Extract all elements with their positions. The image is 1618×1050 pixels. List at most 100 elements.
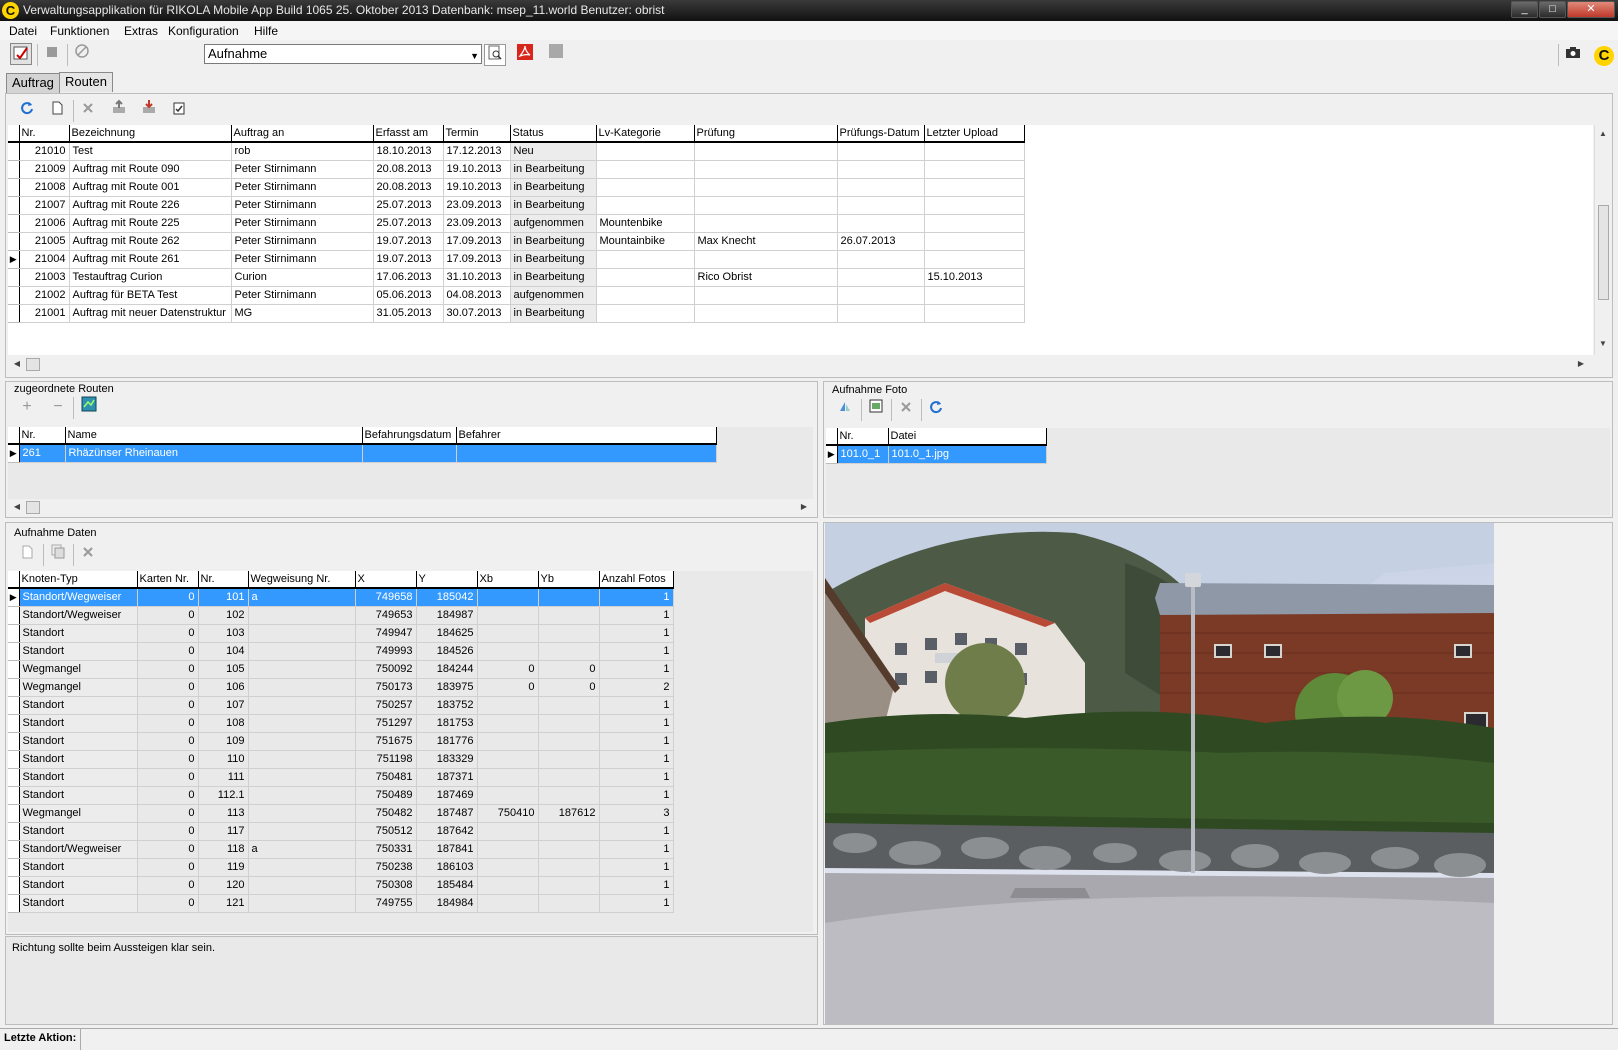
row-indicator[interactable]	[8, 642, 20, 661]
table-cell[interactable]: 3	[599, 804, 674, 823]
table-cell[interactable]: Auftrag mit Route 262	[69, 232, 232, 251]
table-cell[interactable]: 0	[137, 606, 199, 625]
maximize-button[interactable]: □	[1539, 1, 1566, 18]
table-cell[interactable]: MG	[231, 304, 374, 323]
table-cell[interactable]	[477, 714, 539, 733]
table-cell[interactable]: 119	[198, 858, 249, 877]
table-cell[interactable]	[924, 232, 1025, 251]
row-indicator[interactable]	[8, 160, 20, 179]
cancel-icon[interactable]	[71, 43, 93, 65]
table-cell[interactable]: 185484	[416, 876, 478, 895]
table-cell[interactable]: Peter Stirnimann	[231, 196, 374, 215]
table-cell[interactable]: Auftrag mit Route 090	[69, 160, 232, 179]
table-row[interactable]: Wegmangel 0 105 750092 184244 0 0 1	[8, 660, 674, 679]
table-cell[interactable]	[248, 858, 356, 877]
scroll-thumb[interactable]	[26, 358, 40, 371]
table-cell[interactable]: 106	[198, 678, 249, 697]
table-cell[interactable]: 101.0_1	[837, 445, 889, 464]
column-header[interactable]: Wegweisung Nr.	[248, 571, 356, 589]
table-cell[interactable]	[477, 696, 539, 715]
menu-extras[interactable]: Extras	[124, 24, 158, 38]
table-cell[interactable]: 181776	[416, 732, 478, 751]
table-row[interactable]: Standort 0 119 750238 186103 1	[8, 858, 674, 877]
table-row[interactable]: Standort 0 107 750257 183752 1	[8, 696, 674, 715]
table-cell[interactable]	[694, 286, 838, 305]
edit-mode-icon[interactable]	[10, 43, 32, 65]
row-indicator[interactable]	[8, 732, 20, 751]
table-cell[interactable]: 109	[198, 732, 249, 751]
table-cell[interactable]: Standort	[19, 696, 138, 715]
table-cell[interactable]: 25.07.2013	[373, 214, 444, 233]
table-row[interactable]: Standort/Wegweiser 0 102 749653 184987 1	[8, 606, 674, 625]
column-header[interactable]: Lv-Kategorie	[596, 125, 695, 143]
table-cell[interactable]: 21005	[19, 232, 70, 251]
table-cell[interactable]	[248, 624, 356, 643]
table-cell[interactable]: Wegmangel	[19, 660, 138, 679]
table-row[interactable]: 21001 Auftrag mit neuer Datenstruktur MG 31…	[8, 304, 1025, 323]
table-cell[interactable]: 749658	[355, 588, 417, 607]
table-cell[interactable]: 187841	[416, 840, 478, 859]
table-cell[interactable]: 750410	[477, 804, 539, 823]
table-cell[interactable]	[596, 196, 695, 215]
table-cell[interactable]: 111	[198, 768, 249, 787]
table-cell[interactable]	[538, 894, 600, 913]
table-cell[interactable]	[538, 624, 600, 643]
table-cell[interactable]: in Bearbeitung	[510, 178, 597, 197]
table-row[interactable]: 21010 Test rob 18.10.2013 17.12.2013 Neu	[8, 142, 1025, 161]
stop-icon[interactable]	[41, 43, 63, 65]
table-cell[interactable]: 21007	[19, 196, 70, 215]
table-cell[interactable]	[477, 606, 539, 625]
table-cell[interactable]: 19.07.2013	[373, 250, 444, 269]
table-cell[interactable]: 184526	[416, 642, 478, 661]
table-cell[interactable]: in Bearbeitung	[510, 196, 597, 215]
column-header[interactable]: Xb	[477, 571, 539, 589]
table-cell[interactable]	[596, 142, 695, 161]
table-cell[interactable]	[694, 250, 838, 269]
table-cell[interactable]: 103	[198, 624, 249, 643]
table-cell[interactable]: in Bearbeitung	[510, 160, 597, 179]
column-header[interactable]: Letzter Upload	[924, 125, 1025, 143]
table-cell[interactable]: 0	[137, 876, 199, 895]
table-cell[interactable]	[924, 286, 1025, 305]
table-cell[interactable]: 187612	[538, 804, 600, 823]
scroll-right-icon[interactable]: ▶	[797, 500, 811, 514]
table-cell[interactable]	[694, 304, 838, 323]
table-cell[interactable]: Mountainbike	[596, 232, 695, 251]
table-cell[interactable]: 05.06.2013	[373, 286, 444, 305]
table-cell[interactable]	[837, 304, 925, 323]
table-cell[interactable]: 1	[599, 876, 674, 895]
table-cell[interactable]	[538, 822, 600, 841]
table-cell[interactable]: 23.09.2013	[443, 196, 511, 215]
table-cell[interactable]: 0	[137, 804, 199, 823]
view-select[interactable]: Aufnahme ▼	[204, 44, 482, 64]
table-cell[interactable]: 187642	[416, 822, 478, 841]
table-cell[interactable]	[694, 160, 838, 179]
table-cell[interactable]: 751675	[355, 732, 417, 751]
table-cell[interactable]	[248, 714, 356, 733]
table-cell[interactable]: 751297	[355, 714, 417, 733]
table-cell[interactable]: 183752	[416, 696, 478, 715]
table-cell[interactable]	[477, 822, 539, 841]
row-indicator[interactable]	[8, 268, 20, 287]
table-cell[interactable]	[477, 786, 539, 805]
table-row[interactable]: Standort 0 117 750512 187642 1	[8, 822, 674, 841]
table-cell[interactable]: Standort	[19, 786, 138, 805]
table-cell[interactable]: 1	[599, 624, 674, 643]
table-cell[interactable]: 26.07.2013	[837, 232, 925, 251]
copy-icon[interactable]	[47, 543, 69, 565]
table-cell[interactable]: 750489	[355, 786, 417, 805]
table-cell[interactable]	[248, 876, 356, 895]
table-cell[interactable]: 750308	[355, 876, 417, 895]
table-cell[interactable]: 104	[198, 642, 249, 661]
table-row[interactable]: Standort 0 104 749993 184526 1	[8, 642, 674, 661]
table-cell[interactable]: in Bearbeitung	[510, 250, 597, 269]
tab-auftrag[interactable]: Auftrag	[6, 73, 60, 93]
table-row[interactable]: 21005 Auftrag mit Route 262 Peter Stirnima…	[8, 232, 1025, 251]
table-cell[interactable]	[837, 214, 925, 233]
table-cell[interactable]: 113	[198, 804, 249, 823]
row-indicator[interactable]	[8, 822, 20, 841]
table-cell[interactable]: rob	[231, 142, 374, 161]
column-header[interactable]: Auftrag an	[231, 125, 374, 143]
table-cell[interactable]: 31.10.2013	[443, 268, 511, 287]
table-cell[interactable]	[837, 268, 925, 287]
